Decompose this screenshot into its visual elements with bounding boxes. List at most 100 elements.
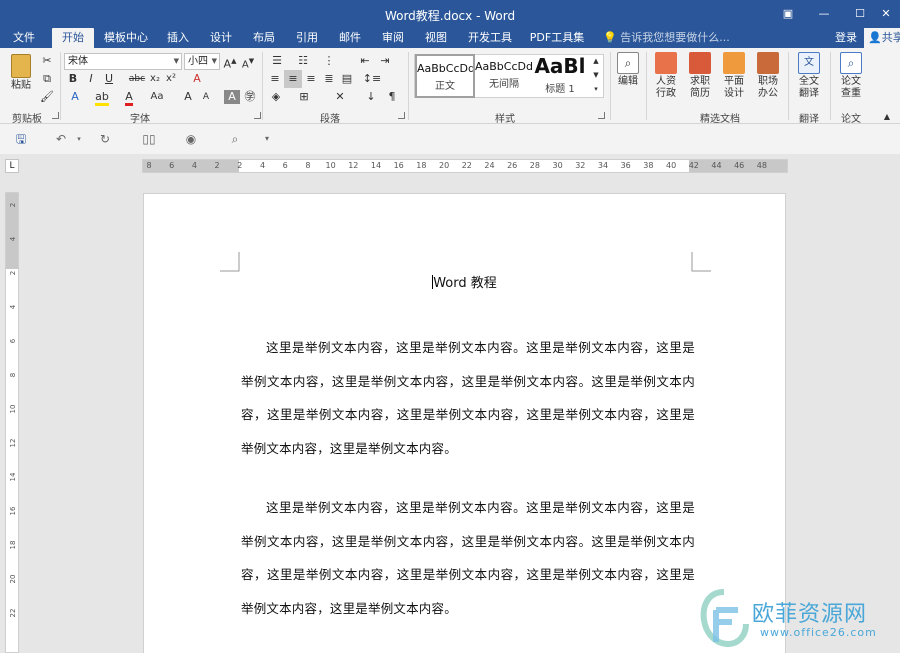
sort-icon[interactable]: ↓: [362, 88, 380, 106]
clipboard-launcher-icon[interactable]: [52, 112, 59, 119]
tell-me-search[interactable]: 💡 告诉我您想要做什么...: [603, 28, 730, 48]
character-shading-icon[interactable]: A: [224, 90, 240, 104]
close-icon[interactable]: ✕: [872, 0, 900, 28]
numbering-icon[interactable]: ☷: [294, 52, 312, 70]
copy-icon[interactable]: ⧉: [38, 70, 56, 88]
align-right-icon[interactable]: ≡: [302, 70, 320, 88]
group-separator: [788, 52, 789, 120]
ribbon-tabs: 文件 开始 模板中心 插入 设计 布局 引用 邮件 审阅 视图 开发工具 PDF…: [0, 28, 900, 48]
share-label: 共享: [881, 31, 900, 44]
distributed-icon[interactable]: ▤: [338, 70, 356, 88]
styles-launcher-icon[interactable]: [598, 112, 605, 119]
web-layout-icon[interactable]: ◉: [182, 131, 200, 147]
graphic-design-button[interactable]: 平面 设计: [720, 52, 748, 100]
translate-group-label: 翻译: [799, 114, 819, 125]
tab-file[interactable]: 文件: [4, 28, 44, 48]
read-mode-icon[interactable]: ▯▯: [140, 131, 158, 147]
office-button[interactable]: 职场 办公: [754, 52, 782, 100]
style-no-spacing[interactable]: AaBbCcDd 无间隔: [474, 54, 534, 98]
document-page[interactable]: Word 教程 这里是举例文本内容，这里是举例文本内容。这里是举例文本内容，这里…: [143, 193, 786, 653]
font-launcher-icon[interactable]: [254, 112, 261, 119]
tab-template-center[interactable]: 模板中心: [100, 28, 152, 48]
line-spacing-icon[interactable]: ↕≡: [362, 70, 382, 88]
grow-font-icon-2[interactable]: A: [180, 88, 196, 106]
tab-layout[interactable]: 布局: [246, 28, 282, 48]
undo-icon[interactable]: ↶: [52, 131, 70, 147]
font-color-icon[interactable]: A: [120, 88, 138, 106]
customize-qat-icon[interactable]: ▾: [258, 131, 276, 147]
highlight-color-icon[interactable]: ab: [92, 88, 112, 106]
save-icon[interactable]: 🖫: [12, 131, 30, 147]
shrink-font-icon[interactable]: A▼: [240, 52, 256, 70]
minimize-icon[interactable]: —: [806, 0, 842, 28]
tab-home[interactable]: 开始: [52, 28, 94, 48]
tab-design[interactable]: 设计: [203, 28, 239, 48]
tab-insert[interactable]: 插入: [160, 28, 196, 48]
resume-button[interactable]: 求职 简历: [686, 52, 714, 100]
document-title[interactable]: Word 教程: [144, 272, 785, 291]
paragraph-2[interactable]: 这里是举例文本内容，这里是举例文本内容。这里是举例文本内容，这里是举例文本内容，…: [241, 491, 695, 625]
style-normal[interactable]: AaBbCcDd 正文: [415, 54, 475, 98]
paper-check-button[interactable]: ⌕ 论文 查重: [836, 52, 866, 100]
hr-admin-button[interactable]: 人资 行政: [652, 52, 680, 100]
enclose-character-icon[interactable]: ㊫: [242, 88, 258, 106]
tab-view[interactable]: 视图: [418, 28, 454, 48]
ruler-tick: 40: [666, 161, 677, 170]
decrease-indent-icon[interactable]: ⇤: [356, 52, 374, 70]
shrink-font-icon-2[interactable]: A: [198, 88, 214, 106]
multilevel-list-icon[interactable]: ⋮: [320, 52, 338, 70]
tab-developer[interactable]: 开发工具: [462, 28, 518, 48]
chinese-layout-icon[interactable]: ✕: [330, 88, 350, 106]
paragraph-1[interactable]: 这里是举例文本内容，这里是举例文本内容。这里是举例文本内容，这里是举例文本内容，…: [241, 331, 695, 465]
bullets-icon[interactable]: ☰: [268, 52, 286, 70]
office-label-2: 办公: [758, 88, 778, 99]
print-preview-icon[interactable]: ⌕: [226, 131, 244, 147]
font-size-combo[interactable]: 小四 ▼: [184, 53, 220, 70]
align-center-icon[interactable]: ≡: [284, 70, 302, 88]
editing-button[interactable]: ⌕ 编辑: [614, 52, 642, 88]
ruler-tick: 34: [597, 161, 609, 170]
ruler-tick: 44: [711, 161, 722, 170]
ruler-tick: 28: [529, 161, 540, 170]
borders-icon[interactable]: ⊞: [294, 88, 314, 106]
share-button[interactable]: 👤共享: [864, 28, 900, 48]
tab-pdf-tools[interactable]: PDF工具集: [526, 28, 588, 48]
cut-icon[interactable]: ✂: [38, 52, 56, 70]
tab-review[interactable]: 审阅: [375, 28, 411, 48]
tab-references[interactable]: 引用: [289, 28, 325, 48]
ribbon-display-options-icon[interactable]: ▣: [770, 0, 806, 28]
grow-font-icon[interactable]: A▲: [222, 52, 238, 71]
change-case-icon[interactable]: Aa: [146, 88, 168, 106]
format-painter-icon[interactable]: 🖌: [38, 88, 56, 106]
show-marks-icon[interactable]: ¶: [384, 88, 400, 106]
font-name-combo[interactable]: 宋体 ▼: [64, 53, 182, 70]
underline-button[interactable]: U: [102, 70, 116, 88]
full-text-translate-button[interactable]: 文 全文 翻译: [794, 52, 824, 100]
align-left-icon[interactable]: ≡: [266, 70, 284, 88]
redo-icon[interactable]: ↻: [96, 131, 114, 147]
tab-mailings[interactable]: 邮件: [332, 28, 368, 48]
style-heading-1[interactable]: AaBl 标题 1: [532, 54, 588, 98]
justify-icon[interactable]: ≣: [320, 70, 338, 88]
group-separator: [610, 52, 611, 120]
subscript-button[interactable]: x₂: [148, 70, 162, 88]
paragraph-launcher-icon[interactable]: [398, 112, 405, 119]
login-link[interactable]: 登录: [835, 28, 857, 48]
increase-indent-icon[interactable]: ⇥: [376, 52, 394, 70]
bold-button[interactable]: B: [66, 70, 80, 88]
horizontal-ruler[interactable]: 8 6 4 2 2 4 6 8 10 12 14 16 18 20 22 24 26 28 30 32 34 36 38 40…: [142, 159, 788, 173]
clear-formatting-icon[interactable]: A: [188, 70, 206, 88]
superscript-button[interactable]: x²: [164, 70, 178, 88]
vertical-ruler[interactable]: 2 4 2 4 6 8 10 12 14 16 18 20 22: [5, 192, 19, 653]
styles-scroll[interactable]: ▲ ▼ ▾: [590, 54, 602, 98]
italic-button[interactable]: I: [84, 70, 98, 88]
shading-icon[interactable]: ◈: [266, 88, 286, 106]
tab-selector[interactable]: L: [5, 159, 19, 173]
undo-dropdown-icon[interactable]: ▾: [70, 131, 88, 147]
strikethrough-button[interactable]: abc: [128, 70, 146, 88]
text-effects-icon[interactable]: A: [66, 88, 84, 106]
vertical-ruler-tick: 18: [9, 540, 17, 550]
translate-icon: 文: [798, 52, 820, 74]
paste-button[interactable]: 粘贴: [6, 54, 36, 92]
translate-label-1: 全文: [799, 76, 819, 87]
